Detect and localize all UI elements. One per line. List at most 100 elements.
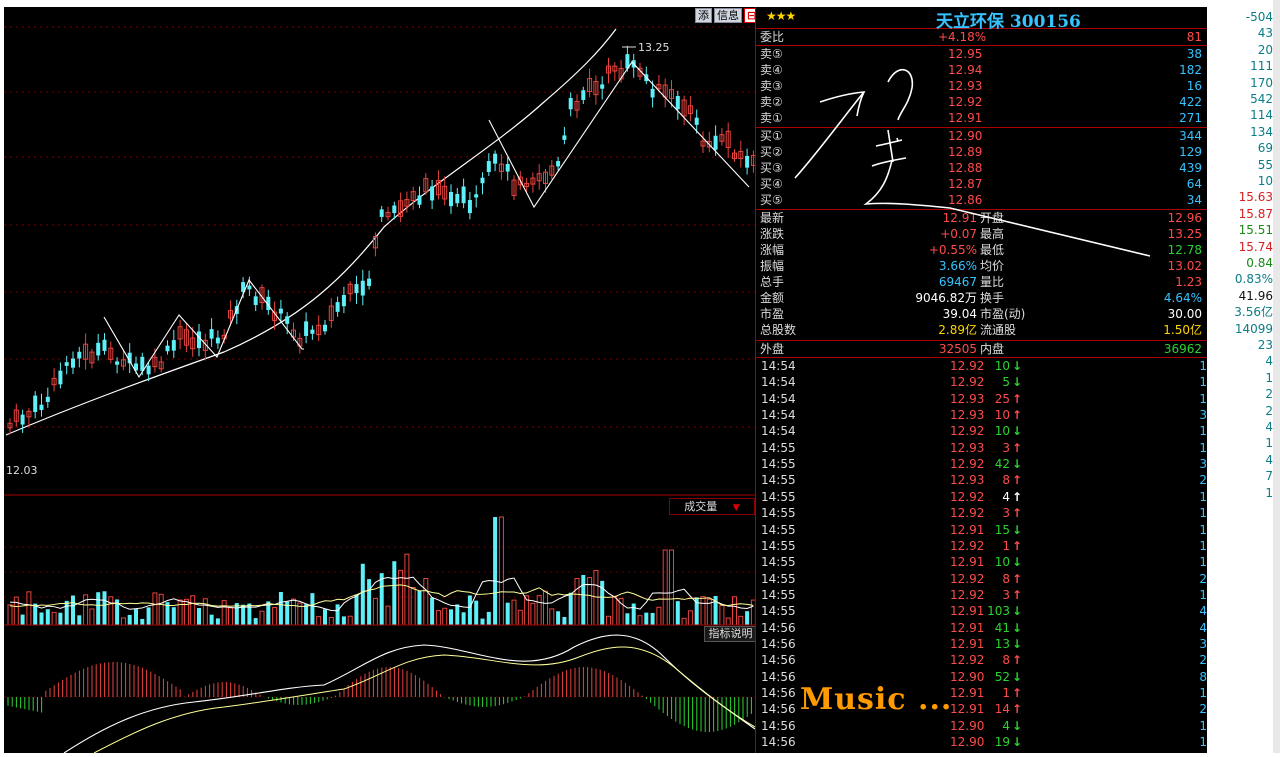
tick-price: 12.91 — [950, 702, 985, 717]
side-value: 0.84 — [1246, 256, 1273, 270]
bid-volume: 344 — [1179, 129, 1202, 143]
tick-row[interactable]: 14:56 12.90 19 ↓ 1 — [756, 734, 1207, 750]
weibi-label: 委比 — [760, 30, 785, 44]
stat-label: 流通股 — [980, 323, 1017, 337]
arrow-down-icon: ↓ — [1012, 555, 1023, 570]
tick-count: 1 — [1199, 440, 1207, 455]
volume-indicator-selector[interactable]: 成交量 ▼ — [669, 498, 755, 515]
tick-row[interactable]: 14:56 12.91 13 ↓ 3 — [756, 636, 1207, 652]
stat-value: 4.64% — [1163, 291, 1202, 305]
tick-row[interactable]: 14:55 12.91 10 ↓ 1 — [756, 554, 1207, 570]
tick-price: 12.93 — [950, 473, 985, 488]
arrow-up-icon: ↑ — [1012, 473, 1023, 488]
tick-count: 1 — [1199, 375, 1207, 390]
tick-row[interactable]: 14:55 12.93 8 ↑ 2 — [756, 472, 1207, 488]
tick-count: 2 — [1199, 473, 1207, 488]
low-price-label: 12.03 — [6, 464, 38, 477]
stat-value: 12.96 — [1167, 211, 1202, 225]
music-overlay-text: Music ... — [800, 682, 953, 717]
bid-row: 买④ 12.87 64 — [756, 176, 1207, 192]
stat-label: 金额 — [760, 291, 785, 305]
tick-time: 14:55 — [761, 440, 796, 455]
tick-row[interactable]: 14:54 12.93 10 ↑ 3 — [756, 407, 1207, 423]
tick-row[interactable]: 14:55 12.92 3 ↑ 1 — [756, 505, 1207, 521]
tick-row[interactable]: 14:56 12.92 8 ↑ 2 — [756, 652, 1207, 668]
tick-row[interactable]: 14:55 12.92 1 ↑ 1 — [756, 538, 1207, 554]
arrow-up-icon: ↑ — [1012, 506, 1023, 521]
side-value: 2 — [1265, 387, 1273, 402]
inner-value: 36962 — [1163, 342, 1202, 356]
bid-row: 买② 12.89 129 — [756, 144, 1207, 160]
rating-stars-icon: ★★★ — [766, 9, 796, 23]
arrow-down-icon: ↓ — [1012, 735, 1023, 750]
side-value-column: -504 43 20 111 170 542 114 134 69 55 10 15.63 15.87 1… — [1207, 7, 1273, 753]
tick-row[interactable]: 14:54 12.92 5 ↓ 1 — [756, 374, 1207, 390]
stat-row: 总股数 2.89亿 流通股 1.50亿 — [756, 322, 1207, 338]
tick-row[interactable]: 14:55 12.92 3 ↑ 1 — [756, 587, 1207, 603]
tick-price: 12.90 — [950, 735, 985, 750]
side-value: -504 — [1245, 10, 1273, 24]
stat-value: 1.23 — [1175, 275, 1202, 289]
tick-count: 1 — [1199, 506, 1207, 521]
arrow-up-icon: ↑ — [1012, 571, 1023, 586]
side-value: 134 — [1250, 124, 1273, 139]
chart-area[interactable]: 13.25 12.03 — [4, 7, 756, 754]
arrow-down-icon: ↓ — [1012, 636, 1023, 651]
tick-row[interactable]: 14:54 12.93 25 ↑ 1 — [756, 391, 1207, 407]
stat-label: 最新 — [760, 211, 785, 225]
tick-price: 12.93 — [950, 440, 985, 455]
side-value: 55 — [1257, 157, 1273, 172]
tick-row[interactable]: 14:55 12.93 3 ↑ 1 — [756, 440, 1207, 456]
tick-price: 12.92 — [950, 506, 985, 521]
stat-value: 13.02 — [1167, 259, 1202, 273]
indicator-help-button[interactable]: 指标说明 — [704, 626, 757, 642]
stat-label: 涨跌 — [760, 227, 785, 241]
tick-volume: 14 — [994, 702, 1010, 717]
ask-price: 12.93 — [948, 79, 983, 93]
stat-label: 振幅 — [760, 259, 785, 273]
arrow-up-icon: ↑ — [1012, 587, 1023, 602]
tick-row[interactable]: 14:55 12.91 103 ↓ 4 — [756, 603, 1207, 619]
tick-row[interactable]: 14:56 12.90 4 ↓ 1 — [756, 718, 1207, 734]
weibi-row: 委比 +4.18% 81 — [756, 29, 1207, 45]
info-button[interactable]: 信息 — [714, 8, 742, 23]
tick-row[interactable]: 14:54 12.92 10 ↓ 1 — [756, 423, 1207, 439]
ask-row: 卖② 12.92 422 — [756, 94, 1207, 110]
chart-canvas[interactable]: 13.25 12.03 — [4, 7, 756, 754]
ask-price: 12.91 — [948, 111, 983, 125]
tick-volume: 42 — [994, 457, 1010, 472]
tick-count: 1 — [1199, 555, 1207, 570]
stat-row: 金额 9046.82万 换手 4.64% — [756, 290, 1207, 306]
stat-label: 总手 — [760, 275, 785, 289]
tick-price: 12.91 — [950, 522, 985, 537]
arrow-up-icon: ↑ — [1012, 391, 1023, 406]
ask-level-label: 卖③ — [760, 79, 783, 93]
bid-level-label: 买⑤ — [760, 193, 783, 207]
add-button[interactable]: 添 — [695, 8, 712, 23]
tick-row[interactable]: 14:55 12.92 8 ↑ 2 — [756, 571, 1207, 587]
volume-indicator-label: 成交量 — [684, 500, 718, 513]
arrow-down-icon: ↓ — [1012, 604, 1023, 619]
tick-volume: 103 — [987, 604, 1010, 619]
tick-volume: 10 — [994, 555, 1010, 570]
tick-count: 1 — [1199, 424, 1207, 439]
tick-price: 12.90 — [950, 718, 985, 733]
tick-volume: 41 — [994, 620, 1010, 635]
tick-price: 12.92 — [950, 359, 985, 373]
arrow-up-icon: ↑ — [1012, 702, 1023, 717]
bid-price: 12.90 — [948, 129, 983, 143]
tick-row[interactable]: 14:55 12.91 15 ↓ 1 — [756, 522, 1207, 538]
ask-level-label: 卖① — [760, 111, 783, 125]
tick-row[interactable]: 14:56 12.91 41 ↓ 4 — [756, 620, 1207, 636]
stat-label: 总股数 — [760, 323, 797, 337]
arrow-down-icon: ↓ — [1012, 620, 1023, 635]
arrow-up-icon: ↑ — [1012, 686, 1023, 700]
tick-row[interactable]: 14:55 12.92 4 ↑ 1 — [756, 489, 1207, 505]
tick-row[interactable]: 14:54 12.92 10 ↓ 1 — [756, 358, 1207, 374]
ask-volume: 38 — [1186, 47, 1202, 61]
tick-time: 14:56 — [761, 636, 796, 651]
tick-row[interactable]: 14:55 12.92 42 ↓ 3 — [756, 456, 1207, 472]
bid-volume: 64 — [1186, 177, 1202, 191]
bid-price: 12.87 — [948, 177, 983, 191]
tick-volume: 13 — [994, 636, 1010, 651]
